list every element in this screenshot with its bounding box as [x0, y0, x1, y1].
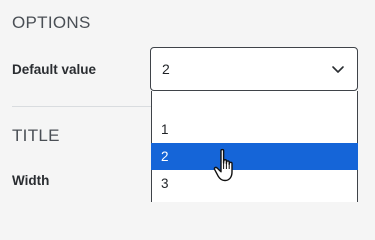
dropdown-option-3[interactable]: 3 — [151, 170, 358, 197]
default-value-select[interactable]: 2 — [150, 47, 358, 91]
dropdown-option-2[interactable]: 2 — [151, 143, 358, 170]
chevron-down-icon — [332, 66, 344, 73]
title-section-title: TITLE — [12, 126, 60, 145]
default-value-label: Default value — [12, 62, 97, 77]
section-divider — [12, 106, 153, 107]
select-current-value: 2 — [162, 61, 170, 77]
hand-pointer-cursor-icon — [213, 148, 233, 182]
width-label: Width — [12, 173, 50, 188]
options-section-title: OPTIONS — [12, 13, 91, 32]
dropdown-option-1[interactable]: 1 — [151, 116, 358, 143]
